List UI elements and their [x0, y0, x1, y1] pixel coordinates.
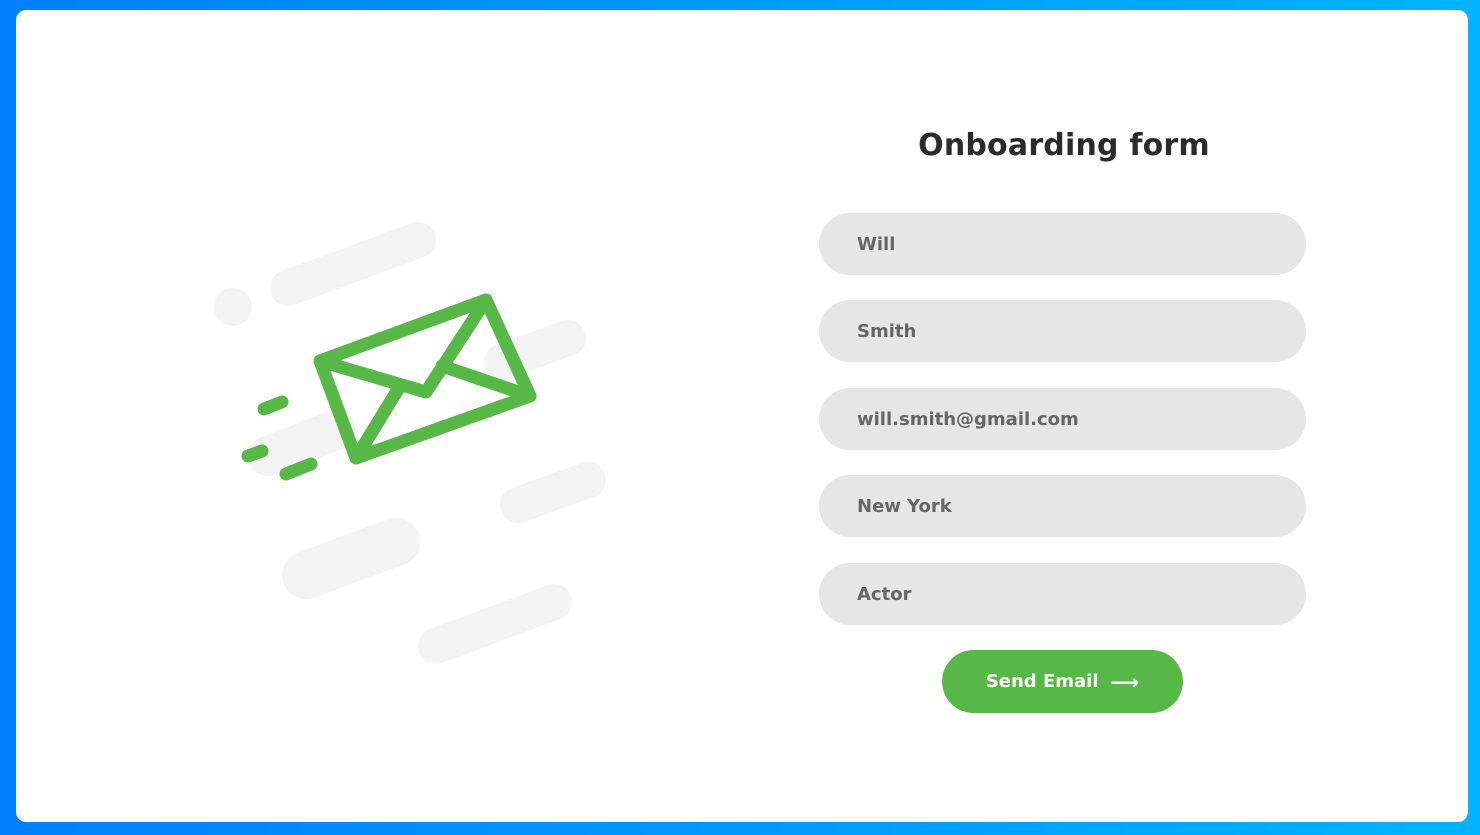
send-email-button[interactable]: Send Email ⟶ [942, 650, 1183, 713]
motion-line [257, 395, 289, 416]
page-title: Onboarding form [918, 128, 1210, 163]
envelope-icon [214, 222, 606, 664]
motion-line [279, 457, 318, 481]
last-name-input[interactable] [819, 300, 1306, 362]
form-card: Onboarding form Send Email ⟶ [16, 10, 1468, 822]
occupation-input[interactable] [819, 563, 1306, 625]
email-input[interactable] [819, 388, 1306, 450]
decor-stripe [282, 518, 420, 599]
email-illustration [196, 200, 636, 680]
decor-stripe [270, 222, 436, 306]
decor-stripe [500, 462, 606, 523]
decor-stripe [248, 410, 356, 476]
decor-stripe [418, 584, 572, 664]
first-name-input[interactable] [819, 213, 1306, 275]
decor-dot [214, 288, 252, 326]
motion-line [241, 444, 269, 463]
arrow-right-icon: ⟶ [1110, 669, 1140, 694]
send-email-label: Send Email [985, 671, 1099, 692]
city-input[interactable] [819, 475, 1306, 537]
